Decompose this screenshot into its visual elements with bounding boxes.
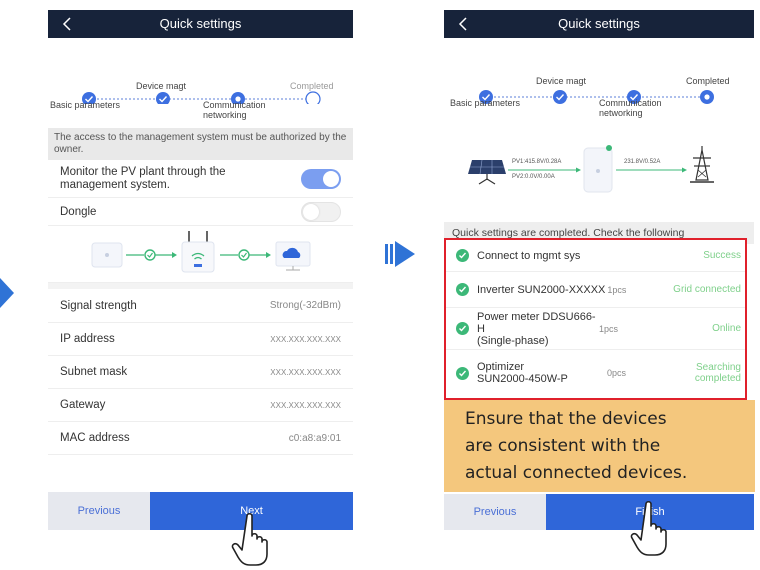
- chevron-left-icon: [458, 17, 467, 31]
- subnet-value: XXX.XXX.XXX.XXX: [270, 367, 341, 377]
- subnet-label: Subnet mask: [60, 366, 128, 378]
- mac-label: MAC address: [60, 432, 130, 444]
- check-name: Power meter DDSU666-H (Single-phase): [477, 311, 597, 347]
- grid-tower-icon: [690, 146, 714, 183]
- authorization-notice: The access to the management system must…: [48, 128, 353, 160]
- step-label-device-magt-right: Device magt: [536, 76, 587, 86]
- gateway-value: XXX.XXX.XXX.XXX: [270, 400, 341, 410]
- pv1-reading: PV1:415.8V/0.28A: [512, 159, 562, 165]
- check-count: 1pcs: [599, 323, 619, 334]
- check-name: Optimizer SUN2000-450W-P: [477, 361, 595, 385]
- cloud-monitor-icon: [275, 241, 311, 271]
- back-button-right[interactable]: [458, 10, 468, 38]
- bottom-actions-right: Previous Finish: [444, 494, 754, 530]
- check-item-optimizer[interactable]: Optimizer SUN2000-450W-P 0pcs Searching …: [446, 350, 745, 396]
- header-bar-right: Quick settings: [444, 10, 754, 38]
- chevron-left-icon: [62, 17, 71, 31]
- step-label-basic: Basic parameters: [50, 100, 121, 110]
- check-status-line2: completed: [694, 373, 741, 384]
- signal-label: Signal strength: [60, 299, 137, 312]
- step-2-done-icon: [156, 92, 170, 104]
- check-count: 1pcs: [607, 284, 627, 295]
- check-results-list: Connect to mgmt sys Success Inverter SUN…: [444, 238, 747, 400]
- device-settings-screen: Quick settings Device magt Completed Bas…: [48, 10, 353, 530]
- step-label-comm-2: networking: [203, 110, 247, 120]
- check-status: Grid connected: [673, 284, 741, 295]
- pv2-reading: PV2:0.0V/0.00A: [512, 174, 555, 180]
- header-bar: Quick settings: [48, 10, 353, 38]
- success-check-icon: [456, 322, 469, 335]
- step-label-basic-right: Basic parameters: [450, 98, 521, 108]
- check-count: 0pcs: [607, 368, 627, 378]
- left-edge-arrow-icon: [0, 278, 14, 308]
- check-name: Connect to mgmt sys: [477, 249, 581, 262]
- success-check-icon: [456, 283, 469, 296]
- check-item-inverter[interactable]: Inverter SUN2000-XXXXX 1pcs Grid connect…: [446, 272, 745, 308]
- signal-row: Signal strength Strong(-32dBm): [48, 289, 353, 323]
- check-name: Inverter SUN2000-XXXXX: [477, 283, 606, 296]
- check-status-line1: Searching: [695, 362, 741, 373]
- bottom-actions: Previous Next: [48, 492, 353, 530]
- solar-panel-icon: [468, 159, 506, 185]
- ip-label: IP address: [60, 333, 115, 345]
- check-name-line1: Optimizer: [477, 361, 525, 373]
- transition-arrow-icon: [385, 241, 415, 267]
- ip-value: XXX.XXX.XXX.XXX: [270, 334, 341, 344]
- tap-hand-icon-right: [630, 500, 667, 556]
- dongle-label: Dongle: [60, 205, 97, 218]
- dongle-row: Dongle: [48, 198, 353, 226]
- step-label-completed-right: Completed: [686, 76, 730, 86]
- step-label-completed: Completed: [290, 81, 334, 91]
- mac-row: MAC address c0:a8:a9:01: [48, 422, 353, 455]
- monitor-label: Monitor the PV plant through the managem…: [60, 165, 226, 191]
- step-label-comm: Communication: [203, 100, 266, 110]
- step-labels-bottom-right: Basic parameters Communication networkin…: [444, 98, 754, 144]
- subnet-row: Subnet mask XXX.XXX.XXX.XXX: [48, 356, 353, 389]
- success-check-icon: [456, 366, 469, 380]
- monitor-toggle[interactable]: [301, 168, 341, 189]
- previous-button-right[interactable]: Previous: [444, 494, 546, 530]
- mac-value: c0:a8:a9:01: [288, 432, 341, 444]
- check-name-line2: SUN2000-450W-P: [477, 373, 568, 385]
- page-title-right: Quick settings: [558, 16, 640, 31]
- page-title: Quick settings: [159, 16, 242, 31]
- callout-line-2: are consistent with the: [465, 436, 661, 456]
- dongle-icon: [181, 231, 215, 273]
- check-status: Success: [703, 250, 741, 261]
- dongle-toggle[interactable]: [301, 201, 341, 222]
- ip-row: IP address XXX.XXX.XXX.XXX: [48, 323, 353, 356]
- check-name-line2: (Single-phase): [477, 334, 549, 347]
- back-button[interactable]: [62, 10, 72, 38]
- step-labels-bottom: Basic parameters Communication networkin…: [48, 100, 353, 128]
- step-label-device-magt: Device magt: [136, 81, 187, 91]
- monitor-row: Monitor the PV plant through the managem…: [48, 160, 353, 198]
- callout-line-3: actual connected devices.: [465, 463, 688, 483]
- energy-flow-diagram: PV1:415.8V/0.28A PV2:0.0V/0.00A 231.8V/0…: [444, 144, 754, 208]
- step-track: [82, 91, 321, 104]
- progress-steps-right: Device magt Completed: [444, 38, 754, 104]
- check-status: Searching completed: [695, 362, 741, 384]
- step-label-comm-right-2: networking: [599, 108, 643, 118]
- grid-reading: 231.8V/0.52A: [624, 159, 661, 165]
- gateway-label: Gateway: [60, 399, 106, 411]
- step-track-right: [479, 90, 714, 104]
- progress-steps: Device magt Completed: [48, 38, 353, 104]
- previous-button[interactable]: Previous: [48, 492, 150, 530]
- step-label-comm-right: Communication: [599, 98, 662, 108]
- check-status: Online: [712, 323, 741, 334]
- check-name-line1: Power meter DDSU666-H: [477, 310, 596, 335]
- success-check-icon: [456, 249, 469, 262]
- instruction-callout: Ensure that the devices are consistent w…: [444, 400, 755, 492]
- gateway-row: Gateway XXX.XXX.XXX.XXX: [48, 389, 353, 422]
- signal-value: Strong(-32dBm): [269, 300, 341, 311]
- tap-hand-icon: [231, 512, 268, 566]
- topology-diagram: [48, 226, 353, 283]
- callout-line-1: Ensure that the devices: [465, 409, 667, 429]
- check-item-mgmt[interactable]: Connect to mgmt sys Success: [446, 240, 745, 272]
- inverter-icon: [91, 242, 123, 268]
- step-4-pending-icon: [305, 91, 321, 104]
- check-item-meter[interactable]: Power meter DDSU666-H (Single-phase) 1pc…: [446, 308, 745, 350]
- inverter-device-icon: [583, 145, 613, 193]
